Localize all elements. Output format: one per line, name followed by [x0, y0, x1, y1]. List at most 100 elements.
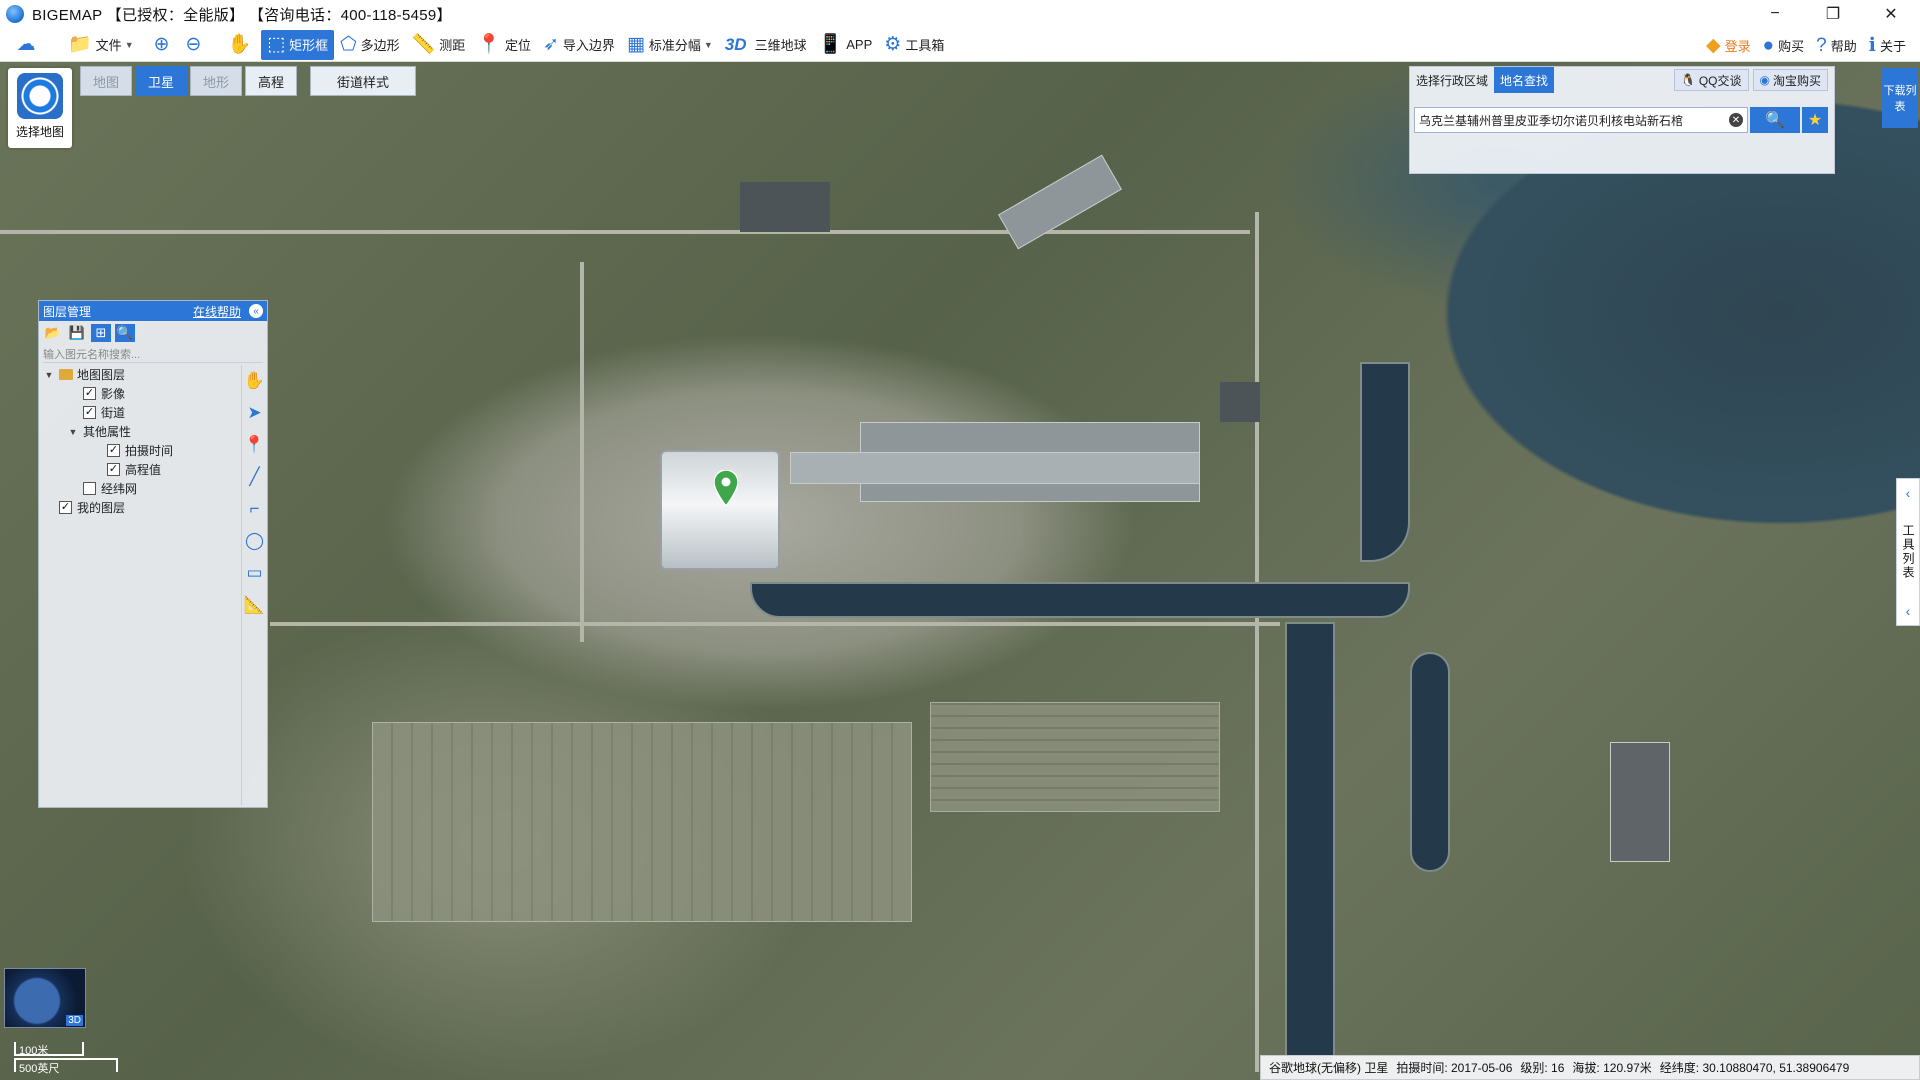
tree-node-my-layers[interactable]: ✓ 我的图层	[43, 498, 263, 517]
help-button[interactable]: ? 帮助	[1810, 30, 1863, 60]
login-button[interactable]: ◆ 登录	[1700, 30, 1757, 60]
chevron-down-icon: ▼	[703, 39, 713, 50]
location-marker-icon[interactable]	[714, 470, 738, 506]
login-label: 登录	[1724, 38, 1751, 54]
three-d-globe-button[interactable]: 3D 三维地球	[719, 30, 813, 60]
online-help-link[interactable]: 在线帮助	[193, 303, 241, 320]
expand-toggle-icon[interactable]: ▼	[43, 370, 55, 380]
tree-node-capture-time[interactable]: ✓ 拍摄时间	[43, 441, 263, 460]
locate-button[interactable]: 📍 定位	[471, 30, 537, 60]
ruler-icon: 📏	[411, 34, 436, 55]
search-row: 乌克兰基辅州普里皮亚季切尔诺贝利核电站新石棺 ✕ 🔍 ★	[1414, 107, 1828, 133]
map-building	[1220, 382, 1260, 422]
qq-chat-button[interactable]: 🐧 QQ交谈	[1673, 69, 1749, 91]
status-bar: 谷歌地球(无偏移) 卫星 拍摄时间: 2017-05-06 级别: 16 海拔:…	[1260, 1055, 1920, 1080]
app-button[interactable]: 📱 APP	[813, 30, 879, 60]
search-layer-icon[interactable]: 🔍	[115, 324, 135, 342]
rectangle-icon[interactable]: ▭	[245, 563, 265, 583]
expand-toggle-icon[interactable]: ▼	[67, 427, 79, 437]
tab-terrain[interactable]: 地形	[190, 66, 242, 96]
tree-node-map-layers[interactable]: ▼ 地图图层	[43, 365, 263, 384]
buy-button[interactable]: ● 购买	[1757, 30, 1811, 60]
zoom-in-button[interactable]: ⊕	[148, 30, 180, 60]
checkbox-elevation[interactable]: ✓	[107, 463, 120, 476]
layer-search-input[interactable]: 输入图元名称搜索...	[43, 345, 263, 363]
map-building	[998, 154, 1122, 250]
open-folder-icon[interactable]: 📂	[43, 324, 63, 342]
hand-icon[interactable]: ✋	[244, 371, 265, 391]
layer-manager-panel: 图层管理 在线帮助 « 📂 💾 ⊞ 🔍 输入图元名称搜索... ▼ 地图图层 ✓…	[38, 300, 268, 808]
tree-node-streets[interactable]: ✓ 街道	[43, 403, 263, 422]
grid-icon: ▦	[626, 34, 645, 55]
select-layer-icon[interactable]: ⊞	[91, 324, 111, 342]
layer-tree: ▼ 地图图层 ✓ 影像 ✓ 街道 ▼ 其他属性 ✓ 拍摄时间 ✓ 高程值 经纬网	[39, 363, 267, 519]
qq-chat-label: QQ交谈	[1698, 73, 1742, 88]
import-boundary-button[interactable]: ➶ 导入边界	[537, 30, 621, 60]
clear-search-icon[interactable]: ✕	[1729, 113, 1743, 127]
street-style-button[interactable]: 街道样式	[310, 66, 416, 96]
search-button[interactable]: 🔍	[1750, 107, 1800, 133]
tree-node-imagery[interactable]: ✓ 影像	[43, 384, 263, 403]
save-icon[interactable]: 💾	[67, 324, 87, 342]
tab-elevation[interactable]: 高程	[245, 66, 297, 96]
map-building	[1610, 742, 1670, 862]
star-icon: ★	[1807, 112, 1823, 129]
tab-map[interactable]: 地图	[80, 66, 132, 96]
checkbox-my-layers[interactable]: ✓	[59, 501, 72, 514]
marker-icon[interactable]: 📍	[244, 435, 265, 455]
about-button[interactable]: ℹ 关于	[1863, 30, 1912, 60]
favorite-button[interactable]: ★	[1802, 107, 1828, 133]
tree-node-elevation[interactable]: ✓ 高程值	[43, 460, 263, 479]
taobao-buy-button[interactable]: ◉ 淘宝购买	[1752, 69, 1828, 91]
checkbox-graticule[interactable]	[83, 482, 96, 495]
tab-satellite[interactable]: 卫星	[135, 66, 187, 96]
status-level: 级别: 16	[1520, 1061, 1565, 1075]
tab-spacer	[1554, 67, 1670, 93]
maximize-button[interactable]: ❐	[1804, 0, 1862, 28]
tab-place-search[interactable]: 地名查找	[1494, 67, 1555, 93]
place-search-input[interactable]: 乌克兰基辅州普里皮亚季切尔诺贝利核电站新石棺 ✕	[1414, 107, 1748, 133]
tree-node-graticule[interactable]: 经纬网	[43, 479, 263, 498]
tree-node-other-attributes[interactable]: ▼ 其他属性	[43, 422, 263, 441]
search-panel: 选择行政区域 地名查找 🐧 QQ交谈 ◉ 淘宝购买 乌克兰基辅州普里皮亚季切尔诺…	[1409, 66, 1835, 174]
measure-distance-button[interactable]: 📏 测距	[406, 30, 472, 60]
zoom-out-icon: ⊖	[185, 34, 202, 55]
circle-icon[interactable]: ◯	[245, 531, 265, 551]
app-menu-button[interactable]: ☁	[0, 30, 56, 60]
polygon-select-button[interactable]: ⬠ 多边形	[334, 30, 406, 60]
minimize-button[interactable]: −	[1746, 0, 1804, 28]
tool-list-panel-toggle[interactable]: ‹ 工具列表 ‹	[1896, 478, 1920, 626]
polyline-icon[interactable]: ⌐	[245, 499, 265, 519]
polygon-select-label: 多边形	[360, 38, 400, 53]
map-type-tabs: 地图 卫星 地形 高程 街道样式	[80, 66, 419, 96]
download-list-button[interactable]: 下载列表	[1882, 68, 1918, 128]
buy-label: 购买	[1778, 38, 1805, 54]
status-source: 谷歌地球(无偏移) 卫星	[1269, 1061, 1389, 1075]
checkbox-capture-time[interactable]: ✓	[107, 444, 120, 457]
collapse-panel-icon[interactable]: «	[249, 304, 263, 318]
pointer-arrow-icon[interactable]: ➤	[245, 403, 265, 423]
drawing-tools: ✋ ➤ 📍 ╱ ⌐ ◯ ▭ 📐	[241, 365, 267, 805]
standard-grid-button[interactable]: ▦ 标准分幅 ▼	[621, 30, 719, 60]
tab-select-region[interactable]: 选择行政区域	[1410, 67, 1494, 93]
satellite-map[interactable]	[0, 62, 1920, 1080]
layer-search-placeholder: 输入图元名称搜索...	[43, 348, 141, 361]
new-safe-confinement	[660, 450, 780, 570]
pan-button[interactable]: ✋	[221, 30, 261, 60]
checkbox-imagery[interactable]: ✓	[83, 387, 96, 400]
scale-imperial: 500英尺	[14, 1058, 118, 1075]
toolbox-button[interactable]: ⚙ 工具箱	[878, 30, 950, 60]
rectangle-select-button[interactable]: ⬚ 矩形框	[261, 29, 335, 60]
close-window-button[interactable]: ✕	[1862, 0, 1920, 28]
select-map-button[interactable]: 选择地图	[8, 68, 72, 148]
zoom-out-button[interactable]: ⊖	[180, 30, 212, 60]
cooling-canal	[1285, 622, 1335, 1062]
file-menu-button[interactable]: 📁 文件 ▼	[62, 30, 140, 60]
ruler-icon[interactable]: 📐	[244, 595, 265, 615]
taobao-buy-label: 淘宝购买	[1772, 73, 1821, 88]
mini-globe-3d[interactable]: 3D	[4, 968, 86, 1028]
checkbox-streets[interactable]: ✓	[83, 406, 96, 419]
line-icon[interactable]: ╱	[245, 467, 265, 487]
layer-manager-title: 图层管理	[43, 304, 92, 319]
taobao-icon: ◉	[1759, 73, 1770, 87]
